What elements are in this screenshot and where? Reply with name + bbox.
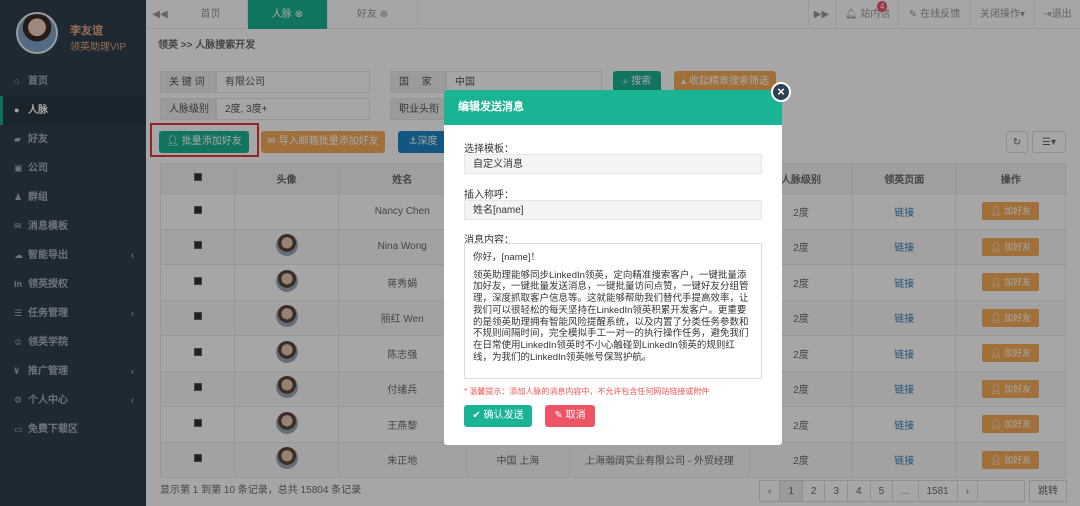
message-content-textarea[interactable]: 你好，[name]！ 领英助理能够同步LinkedIn领英，定向精准搜索客户，一键… — [464, 243, 762, 379]
modal-title: 编辑发送消息 — [444, 90, 782, 125]
salutation-label: 插入称呼： — [464, 190, 514, 201]
template-select[interactable]: 自定义消息 — [464, 154, 762, 174]
cancel-button[interactable]: ✎ 取消 — [545, 405, 595, 427]
message-body: 领英助理能够同步LinkedIn领英，定向精准搜索客户，一键批量添加好友，一键批… — [473, 269, 749, 363]
warning-tip: * 温馨提示：添加人脉的消息内容中，不允许包含任何网站链接或附件 — [464, 387, 710, 396]
close-icon[interactable]: × — [771, 82, 791, 102]
confirm-send-button[interactable]: ✔ 确认发送 — [464, 405, 532, 427]
template-label: 选择模板： — [464, 144, 514, 155]
send-message-modal: 编辑发送消息 选择模板： 自定义消息 插入称呼： 姓名[name] 消息内容： … — [444, 90, 782, 445]
message-greeting: 你好，[name]！ — [473, 252, 541, 263]
salutation-select[interactable]: 姓名[name] — [464, 200, 762, 220]
